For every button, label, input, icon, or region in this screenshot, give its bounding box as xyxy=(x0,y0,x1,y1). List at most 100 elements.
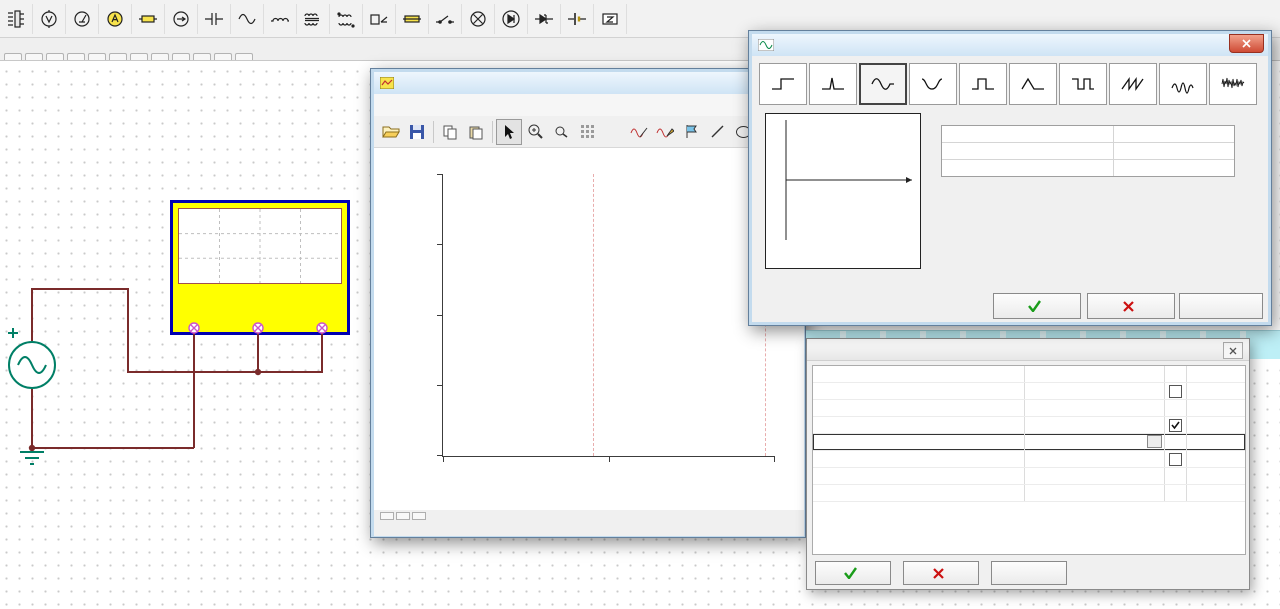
property-row[interactable] xyxy=(813,485,1245,502)
plot-window-titlebar[interactable] xyxy=(374,72,802,94)
property-value[interactable] xyxy=(1025,485,1165,501)
sine-signal-button[interactable] xyxy=(859,63,907,105)
property-value[interactable] xyxy=(1025,434,1165,450)
zoom-100-icon[interactable] xyxy=(548,119,574,145)
vg-dialog-titlebar[interactable] xyxy=(807,339,1249,361)
tab-result18[interactable] xyxy=(412,512,426,520)
diode-icon[interactable] xyxy=(495,3,528,34)
sine-source-icon[interactable] xyxy=(231,3,264,34)
menu-edit[interactable] xyxy=(392,103,410,107)
close-icon[interactable] xyxy=(1223,342,1243,359)
annotation-flag-icon[interactable] xyxy=(678,119,704,145)
tab-gates[interactable] xyxy=(109,53,127,60)
tab-sources[interactable] xyxy=(25,53,43,60)
probe-curve-edit-icon[interactable] xyxy=(652,119,678,145)
ok-button[interactable] xyxy=(993,293,1081,319)
signal-editor-titlebar[interactable] xyxy=(752,34,1268,56)
cursor-line[interactable] xyxy=(593,174,594,456)
copy-icon[interactable] xyxy=(437,119,463,145)
save-icon[interactable] xyxy=(404,119,430,145)
menu-view[interactable] xyxy=(410,103,428,107)
paste-icon[interactable] xyxy=(463,119,489,145)
zoom-in-icon[interactable] xyxy=(522,119,548,145)
property-row-selected[interactable] xyxy=(813,434,1245,451)
cosine-signal-button[interactable] xyxy=(909,63,957,105)
property-value[interactable] xyxy=(1025,400,1165,416)
line-tool-icon[interactable] xyxy=(704,119,730,145)
square-wave-signal-button[interactable] xyxy=(1059,63,1107,105)
tab-meters[interactable] xyxy=(4,53,22,60)
tab-rf[interactable] xyxy=(193,53,211,60)
coupled-coil-icon[interactable] xyxy=(330,3,363,34)
signal-editor-dialog[interactable] xyxy=(748,30,1272,326)
voltage-generator-symbol[interactable] xyxy=(8,328,56,465)
property-row[interactable] xyxy=(942,160,1234,176)
checkbox-unchecked[interactable] xyxy=(1169,384,1182,398)
oscilloscope-component[interactable] xyxy=(170,200,350,335)
user-signal-button[interactable] xyxy=(1159,63,1207,105)
capacitor-icon[interactable] xyxy=(198,3,231,34)
voltage-generator-dialog[interactable] xyxy=(806,338,1250,590)
tab-semiconductors[interactable] xyxy=(46,53,64,60)
impulse-signal-button[interactable] xyxy=(809,63,857,105)
tab-result16[interactable] xyxy=(380,512,394,520)
pointer-tool-icon[interactable] xyxy=(496,118,522,145)
help-button[interactable] xyxy=(1179,293,1263,319)
property-value[interactable] xyxy=(1025,451,1165,467)
tab-result17[interactable] xyxy=(396,512,410,520)
property-row[interactable] xyxy=(813,417,1245,434)
close-button[interactable] xyxy=(1229,34,1264,53)
noise-signal-button[interactable] xyxy=(1209,63,1257,105)
current-generator-icon[interactable] xyxy=(165,3,198,34)
checkbox-checked[interactable] xyxy=(1169,418,1182,432)
menu-file[interactable] xyxy=(374,103,392,107)
tab-spice-macros[interactable] xyxy=(88,53,106,60)
property-row[interactable] xyxy=(813,400,1245,417)
menu-help[interactable] xyxy=(446,103,464,107)
property-row[interactable] xyxy=(942,126,1234,143)
fuse-icon[interactable] xyxy=(396,3,429,34)
menu-process[interactable] xyxy=(428,103,446,107)
probe-curve-icon[interactable] xyxy=(626,119,652,145)
pulse-signal-button[interactable] xyxy=(959,63,1007,105)
tab-optoelectronic[interactable] xyxy=(67,53,85,60)
text-tool-icon[interactable] xyxy=(600,119,626,145)
plot-window[interactable] xyxy=(370,68,806,538)
zener-icon[interactable] xyxy=(528,3,561,34)
property-row[interactable] xyxy=(813,366,1245,383)
step-signal-button[interactable] xyxy=(759,63,807,105)
tab-s-partial[interactable] xyxy=(235,53,253,60)
triangle-pulse-signal-button[interactable] xyxy=(1009,63,1057,105)
connector-icon[interactable] xyxy=(0,3,33,34)
battery-cell-icon[interactable] xyxy=(561,3,594,34)
relay-icon[interactable] xyxy=(363,3,396,34)
ellipsis-button[interactable] xyxy=(1147,435,1162,448)
cancel-button[interactable] xyxy=(1087,293,1175,319)
grid-icon[interactable] xyxy=(574,119,600,145)
tab-flip-flops[interactable] xyxy=(130,53,148,60)
checkbox-unchecked[interactable] xyxy=(1169,452,1182,466)
tab-ad-da-555[interactable] xyxy=(172,53,190,60)
help-button[interactable] xyxy=(991,561,1067,585)
property-value[interactable] xyxy=(1025,468,1165,484)
open-icon[interactable] xyxy=(378,119,404,145)
inductor-icon[interactable] xyxy=(264,3,297,34)
property-row[interactable] xyxy=(813,451,1245,468)
switch-icon[interactable] xyxy=(429,3,462,34)
cancel-button[interactable] xyxy=(903,561,979,585)
plot-region[interactable] xyxy=(437,174,775,462)
signal-meter-icon[interactable] xyxy=(66,3,99,34)
property-row[interactable] xyxy=(813,383,1245,400)
tab-logic-ics-mcus[interactable] xyxy=(151,53,169,60)
battery-icon[interactable] xyxy=(132,3,165,34)
property-value[interactable] xyxy=(1025,366,1165,382)
impedance-icon[interactable] xyxy=(594,3,627,34)
ammeter-icon[interactable] xyxy=(99,3,132,34)
property-value[interactable] xyxy=(1025,383,1165,399)
tab-analog-control[interactable] xyxy=(214,53,232,60)
lamp-icon[interactable] xyxy=(462,3,495,34)
voltmeter-icon[interactable] xyxy=(33,3,66,34)
property-row[interactable] xyxy=(813,468,1245,485)
sawtooth-signal-button[interactable] xyxy=(1109,63,1157,105)
property-value[interactable] xyxy=(1025,417,1165,433)
